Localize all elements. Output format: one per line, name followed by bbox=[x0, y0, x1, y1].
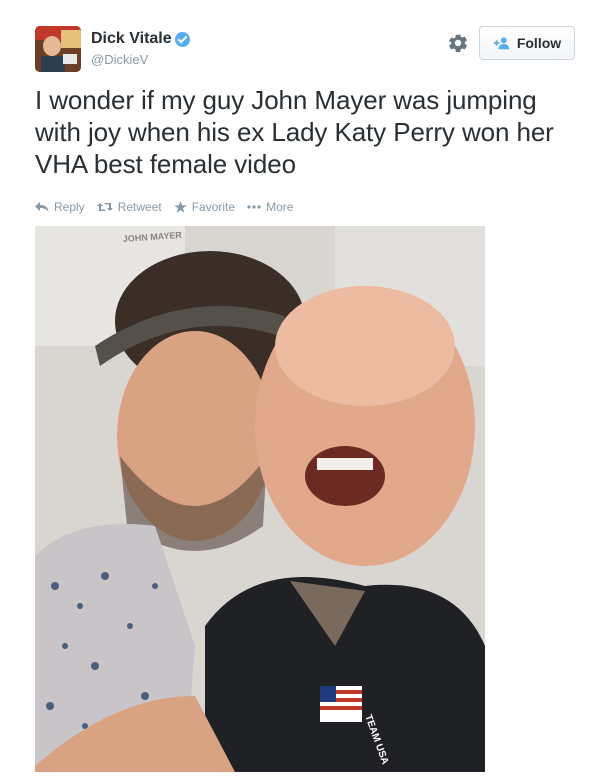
gear-icon[interactable] bbox=[447, 32, 469, 54]
follow-icon bbox=[493, 37, 510, 50]
tweet-actions: Reply Retweet Favorite More bbox=[35, 198, 305, 216]
retweet-icon bbox=[96, 203, 113, 211]
more-label: More bbox=[266, 200, 294, 214]
avatar[interactable] bbox=[35, 26, 81, 72]
retweet-action[interactable]: Retweet bbox=[96, 200, 162, 214]
verified-icon bbox=[174, 31, 190, 47]
retweet-label: Retweet bbox=[117, 200, 162, 214]
follow-label: Follow bbox=[516, 35, 562, 51]
follow-button[interactable]: Follow bbox=[479, 26, 575, 60]
tweet-photo[interactable]: JOHN MAYER TEAM USA bbox=[35, 226, 485, 772]
tweet-header: Dick Vitale @DickieV Follow bbox=[35, 26, 575, 76]
user-handle[interactable]: @DickieV bbox=[91, 52, 190, 67]
tweet-text: I wonder if my guy John Mayer was jumpin… bbox=[35, 85, 554, 179]
reply-label: Reply bbox=[54, 200, 85, 214]
favorite-action[interactable]: Favorite bbox=[173, 200, 236, 214]
reply-icon bbox=[35, 202, 49, 212]
reply-action[interactable]: Reply bbox=[35, 200, 85, 214]
more-icon bbox=[247, 205, 261, 209]
favorite-icon bbox=[173, 201, 187, 213]
more-action[interactable]: More bbox=[247, 200, 293, 214]
user-info: Dick Vitale @DickieV bbox=[91, 30, 190, 67]
favorite-label: Favorite bbox=[191, 200, 236, 214]
display-name[interactable]: Dick Vitale bbox=[91, 30, 172, 48]
